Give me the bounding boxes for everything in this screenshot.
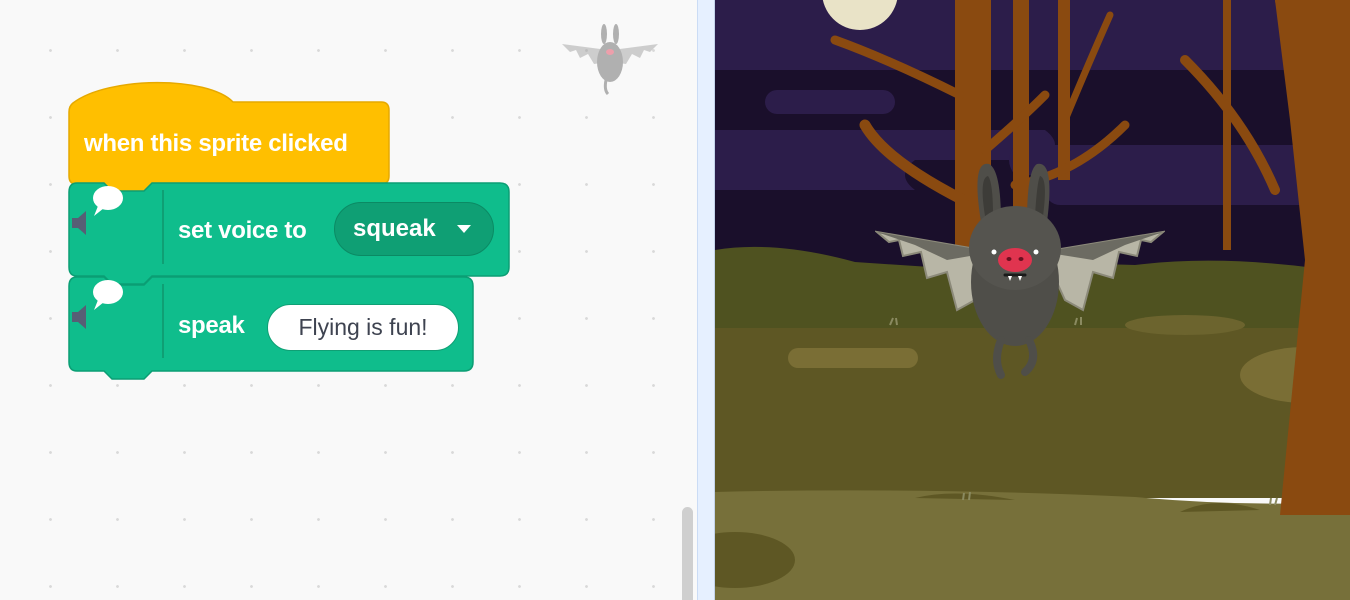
code-area-scrollbar[interactable]: [682, 507, 693, 600]
sprite-thumbnail: [562, 24, 658, 96]
block-separator: [162, 284, 164, 358]
stage[interactable]: [715, 0, 1350, 600]
code-area[interactable]: when this sprite clicked set voice to sq…: [0, 0, 697, 600]
set-voice-label: set voice to: [178, 217, 307, 244]
voice-dropdown[interactable]: squeak: [334, 202, 494, 256]
voice-dropdown-value: squeak: [353, 215, 436, 242]
hat-block-label: when this sprite clicked: [84, 130, 348, 157]
speak-block[interactable]: speak Flying is fun!: [68, 276, 478, 386]
bat-sprite[interactable]: [875, 160, 1165, 385]
set-voice-block[interactable]: set voice to squeak: [68, 182, 513, 285]
chevron-down-icon: [457, 225, 471, 233]
speech-bubble-speaker-icon: [72, 186, 123, 235]
when-sprite-clicked-block[interactable]: when this sprite clicked: [68, 81, 393, 194]
speak-text-input[interactable]: Flying is fun!: [267, 304, 459, 351]
block-separator: [162, 190, 164, 264]
speak-label: speak: [178, 312, 245, 339]
speech-bubble-speaker-icon: [72, 280, 123, 329]
stage-divider: [697, 0, 715, 600]
